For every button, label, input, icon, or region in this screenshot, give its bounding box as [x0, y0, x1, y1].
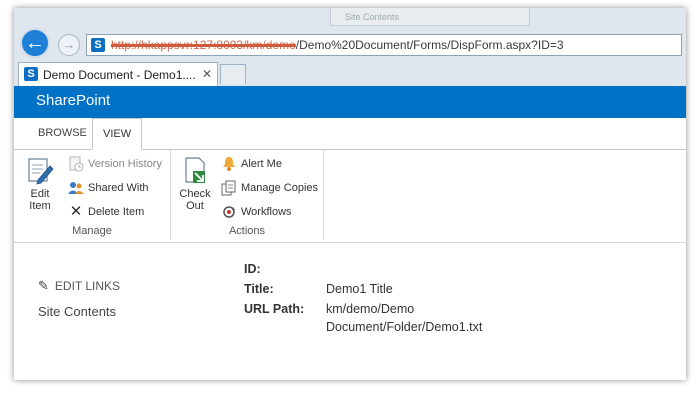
pencil-icon: ✎ — [38, 278, 49, 293]
manage-copies-button[interactable]: Manage Copies — [221, 178, 318, 198]
actions-group: Check Out Alert Me Manage Copies Workflo… — [171, 150, 324, 240]
check-out-icon — [185, 157, 205, 183]
check-out-label: Check Out — [179, 188, 211, 212]
suite-bar: SharePoint — [14, 86, 686, 118]
title-value: Demo1 Title — [326, 282, 393, 296]
background-tab[interactable]: Site Contents — [330, 8, 530, 26]
url-path-value-line2: Document/Folder/Demo1.txt — [326, 320, 483, 334]
manage-copies-label: Manage Copies — [241, 182, 319, 194]
forward-arrow-icon: → — [62, 37, 76, 52]
people-icon — [68, 180, 84, 196]
version-history-icon — [68, 156, 84, 172]
address-bar[interactable]: S http://hkappsvr:127:8003/km/demo/Demo%… — [86, 34, 682, 56]
back-arrow-icon: ← — [25, 32, 45, 54]
workflows-label: Workflows — [241, 206, 292, 218]
edit-item-icon — [28, 158, 54, 185]
browser-window: Site Contents ← → S http://hkappsvr:127:… — [14, 8, 686, 380]
alert-me-button[interactable]: Alert Me — [221, 154, 282, 174]
copies-icon — [221, 180, 237, 196]
workflows-button[interactable]: Workflows — [221, 202, 292, 222]
property-id: ID: — [244, 262, 261, 276]
url-path-value-line1: km/demo/Demo — [326, 302, 415, 316]
torn-edge — [14, 367, 686, 380]
manage-group: Edit Item Version History Shared With ✕ D… — [14, 150, 171, 240]
workflow-icon — [221, 204, 237, 220]
edit-item-label: Edit Item — [29, 188, 51, 212]
ribbon: Edit Item Version History Shared With ✕ D… — [14, 150, 686, 243]
browser-chrome: Site Contents ← → S http://hkappsvr:127:… — [14, 8, 686, 86]
actions-group-label: Actions — [228, 225, 266, 237]
edit-links-label: EDIT LINKS — [54, 279, 121, 293]
tab-view[interactable]: VIEW — [92, 118, 143, 150]
address-url: http://hkappsvr:127:8003/km/demo/Demo%20… — [111, 38, 564, 52]
sharepoint-brand[interactable]: SharePoint — [36, 92, 110, 109]
ribbon-tabs: BROWSE VIEW — [14, 118, 686, 150]
id-label: ID: — [244, 262, 261, 276]
version-history-label: Version History — [88, 158, 162, 170]
browser-tab-active[interactable]: S Demo Document - Demo1.... ✕ — [18, 62, 218, 86]
site-contents-link[interactable]: Site Contents — [38, 304, 120, 319]
version-history-button[interactable]: Version History — [68, 154, 162, 174]
alert-me-label: Alert Me — [241, 158, 282, 170]
left-navigation: ✎ EDIT LINKS Site Contents — [38, 278, 120, 319]
delete-x-icon: ✕ — [69, 203, 83, 221]
sharepoint-favicon-icon: S — [91, 38, 105, 52]
property-url-path: URL Path: km/demo/Demo — [244, 302, 414, 316]
tab-browse[interactable]: BROWSE — [38, 118, 87, 149]
edit-item-button[interactable]: Edit Item — [20, 156, 60, 212]
url-path-label: URL Path: — [244, 302, 305, 316]
check-out-button[interactable]: Check Out — [175, 156, 215, 212]
delete-item-label: Delete Item — [88, 206, 145, 218]
sharepoint-tab-icon: S — [24, 67, 38, 81]
new-tab-button[interactable] — [220, 64, 246, 84]
close-tab-icon[interactable]: ✕ — [202, 67, 212, 81]
delete-item-button[interactable]: ✕ Delete Item — [68, 202, 145, 222]
shared-with-button[interactable]: Shared With — [68, 178, 149, 198]
visible-url-part: /Demo%20Document/Forms/DispForm.aspx?ID=… — [295, 38, 564, 52]
property-title: Title: Demo1 Title — [244, 282, 393, 296]
redacted-url-part: http://hkappsvr:127:8003/km/demo — [111, 38, 296, 52]
shared-with-label: Shared With — [88, 182, 149, 194]
tab-title: Demo Document - Demo1.... — [43, 68, 196, 82]
edit-links-link[interactable]: ✎ EDIT LINKS — [38, 278, 120, 294]
bell-icon — [221, 156, 237, 172]
manage-group-label: Manage — [72, 225, 112, 237]
title-label: Title: — [244, 282, 274, 296]
back-button[interactable]: ← — [20, 28, 50, 58]
forward-button[interactable]: → — [58, 34, 80, 56]
